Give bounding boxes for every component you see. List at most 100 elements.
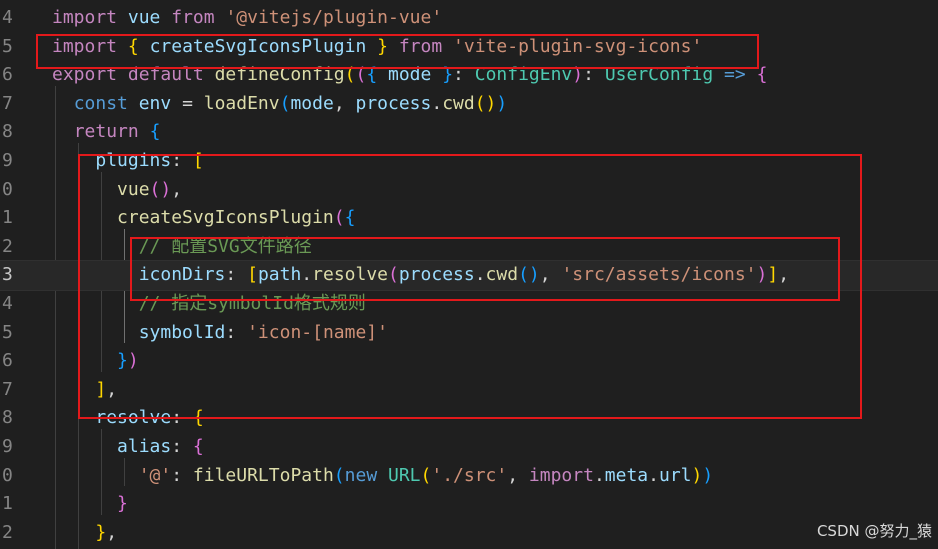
code-token: { <box>192 407 204 429</box>
line-number: 5 <box>2 321 13 343</box>
code-token: process <box>398 264 475 286</box>
code-token: new <box>344 464 378 486</box>
code-token: : <box>453 64 475 86</box>
code-token: ) <box>691 464 703 486</box>
code-token: alias <box>117 436 172 457</box>
code-token: symbolId <box>138 321 226 343</box>
code-line[interactable]: 9 alias: { <box>0 433 938 462</box>
line-number: 0 <box>2 178 13 200</box>
code-token: : <box>171 464 193 486</box>
code-line[interactable]: 6 }) <box>0 347 938 376</box>
code-text: // 配置SVG文件路径 <box>52 233 312 262</box>
code-token: ( <box>333 464 345 486</box>
code-line[interactable]: 5 import { createSvgIconsPlugin } from 'v… <box>0 33 938 62</box>
code-token: plugins <box>95 150 172 171</box>
code-line[interactable]: 8 resolve: { <box>0 404 938 433</box>
code-line[interactable]: 9 plugins: [ <box>0 147 938 176</box>
code-line[interactable]: 4 // 指定symbolId格式规则 <box>0 290 938 319</box>
code-line[interactable]: 1 } <box>0 490 938 519</box>
code-line[interactable]: 8 return { <box>0 118 938 147</box>
code-token: URL <box>388 464 421 486</box>
line-number: 0 <box>2 464 13 486</box>
code-token: , <box>507 464 529 486</box>
code-line[interactable]: 7 const env = loadEnv(mode, process.cwd(… <box>0 90 938 119</box>
code-line[interactable]: 2 }, <box>0 519 938 548</box>
code-token: '@vitejs/plugin-vue' <box>225 7 443 28</box>
code-token: ) <box>127 350 139 372</box>
line-number: 1 <box>2 207 13 229</box>
code-line[interactable]: 3 iconDirs: [path.resolve(process.cwd(),… <box>0 260 938 291</box>
code-token: // 指定symbolId格式规则 <box>138 293 366 314</box>
code-token: process <box>355 92 432 114</box>
code-token: from <box>171 7 215 28</box>
code-token: 'src/assets/icons' <box>561 264 757 286</box>
code-token: from <box>398 35 443 57</box>
code-token: , <box>106 378 118 400</box>
code-line[interactable]: 7 ], <box>0 376 938 405</box>
code-line[interactable]: 6 export default defineConfig(({ mode }: … <box>0 61 938 90</box>
line-number: 3 <box>2 264 13 286</box>
code-token: createSvgIconsPlugin <box>117 207 334 229</box>
code-token: . <box>431 92 443 114</box>
code-text: ], <box>52 376 117 405</box>
code-token: } <box>442 64 454 86</box>
code-token: iconDirs <box>138 264 226 286</box>
code-token: [ <box>247 264 258 286</box>
code-token: resolve <box>95 407 172 429</box>
code-text: import vue from '@vitejs/plugin-vue' <box>52 4 442 33</box>
line-number: 9 <box>2 436 13 457</box>
code-line[interactable]: 1 createSvgIconsPlugin({ <box>0 204 938 233</box>
code-line[interactable]: 4 import vue from '@vitejs/plugin-vue' <box>0 4 938 33</box>
code-line[interactable]: 0 vue(), <box>0 176 938 205</box>
code-token: , <box>106 521 118 543</box>
code-token: vue <box>117 178 150 200</box>
line-number: 1 <box>2 493 13 515</box>
code-token: } <box>377 35 388 57</box>
code-editor[interactable]: 4 import vue from '@vitejs/plugin-vue' 5 im… <box>0 0 938 549</box>
code-text: symbolId: 'icon-[name]' <box>52 319 388 348</box>
code-token: { <box>366 64 378 86</box>
line-number: 9 <box>2 150 13 171</box>
code-line[interactable]: 5 symbolId: 'icon-[name]' <box>0 319 938 348</box>
code-token: => <box>724 64 746 86</box>
code-text: }) <box>52 347 139 376</box>
line-number: 8 <box>2 121 13 143</box>
code-token: . <box>648 464 659 486</box>
code-text: }, <box>52 519 117 548</box>
code-token: : <box>225 321 248 343</box>
code-text: plugins: [ <box>52 147 203 176</box>
code-text: return { <box>52 118 161 147</box>
line-number: 6 <box>2 64 13 86</box>
code-token: '@' <box>138 464 172 486</box>
code-line[interactable]: 2 // 配置SVG文件路径 <box>0 233 938 262</box>
code-text: export default defineConfig(({ mode }: C… <box>52 61 767 90</box>
code-text: } <box>52 490 128 519</box>
code-text: vue(), <box>52 176 182 205</box>
code-token: = <box>171 92 204 114</box>
code-token: import <box>52 35 118 57</box>
line-number: 4 <box>2 7 13 28</box>
code-token: import <box>528 464 594 486</box>
code-token: const <box>73 92 128 114</box>
code-token: { <box>149 121 161 143</box>
code-text: iconDirs: [path.resolve(process.cwd(), '… <box>52 261 789 290</box>
code-line[interactable]: 0 '@': fileURLToPath(new URL('./src', im… <box>0 462 938 491</box>
